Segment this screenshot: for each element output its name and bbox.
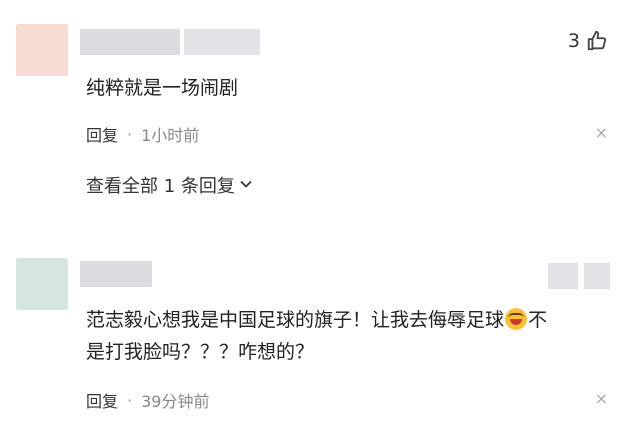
badge-redacted-2 <box>584 263 610 289</box>
close-icon[interactable]: × <box>595 389 608 408</box>
username-redacted[interactable] <box>80 261 152 287</box>
comment-time: 1小时前 <box>141 126 200 145</box>
avatar[interactable] <box>16 258 68 310</box>
laughing-crying-emoji-icon <box>505 308 528 330</box>
avatar[interactable] <box>16 24 68 76</box>
badge-redacted <box>548 263 578 289</box>
like-count: 3 <box>567 30 580 52</box>
comment-text-line2: 是打我脸吗？？？咋想的？ <box>86 341 315 363</box>
thumbs-up-icon <box>586 30 608 52</box>
chevron-down-icon <box>239 175 253 196</box>
comment-time: 39分钟前 <box>141 392 210 411</box>
reply-button[interactable]: 回复 <box>86 122 118 146</box>
meta-separator: · <box>127 390 133 410</box>
comment-text: 范志毅心想我是中国足球的旗子！让我去侮辱足球 不 是打我脸吗？？？咋想的？ <box>86 304 616 368</box>
reply-button[interactable]: 回复 <box>86 388 118 412</box>
meta-separator: · <box>127 124 133 144</box>
comment-meta: 回复 · 39分钟前 <box>86 388 209 412</box>
view-all-replies-label: 查看全部 1 条回复 <box>86 176 235 197</box>
username-redacted[interactable] <box>80 29 180 55</box>
view-all-replies-button[interactable]: 查看全部 1 条回复 <box>86 172 253 198</box>
comment-text-line1-end: 不 <box>528 309 548 331</box>
comment-meta: 回复 · 1小时前 <box>86 122 199 146</box>
like-button[interactable]: 3 <box>568 30 608 52</box>
close-icon[interactable]: × <box>595 123 608 142</box>
comment-item: 范志毅心想我是中国足球的旗子！让我去侮辱足球 不 是打我脸吗？？？咋想的？ 回复 … <box>0 248 640 438</box>
comment-text: 纯粹就是一场闹剧 <box>86 77 239 99</box>
comment-item: 3 纯粹就是一场闹剧 回复 · 1小时前 × 查看全部 1 条回复 <box>0 0 640 230</box>
username-redacted-2 <box>184 29 260 55</box>
comment-text-line1: 范志毅心想我是中国足球的旗子！让我去侮辱足球 <box>86 309 505 331</box>
